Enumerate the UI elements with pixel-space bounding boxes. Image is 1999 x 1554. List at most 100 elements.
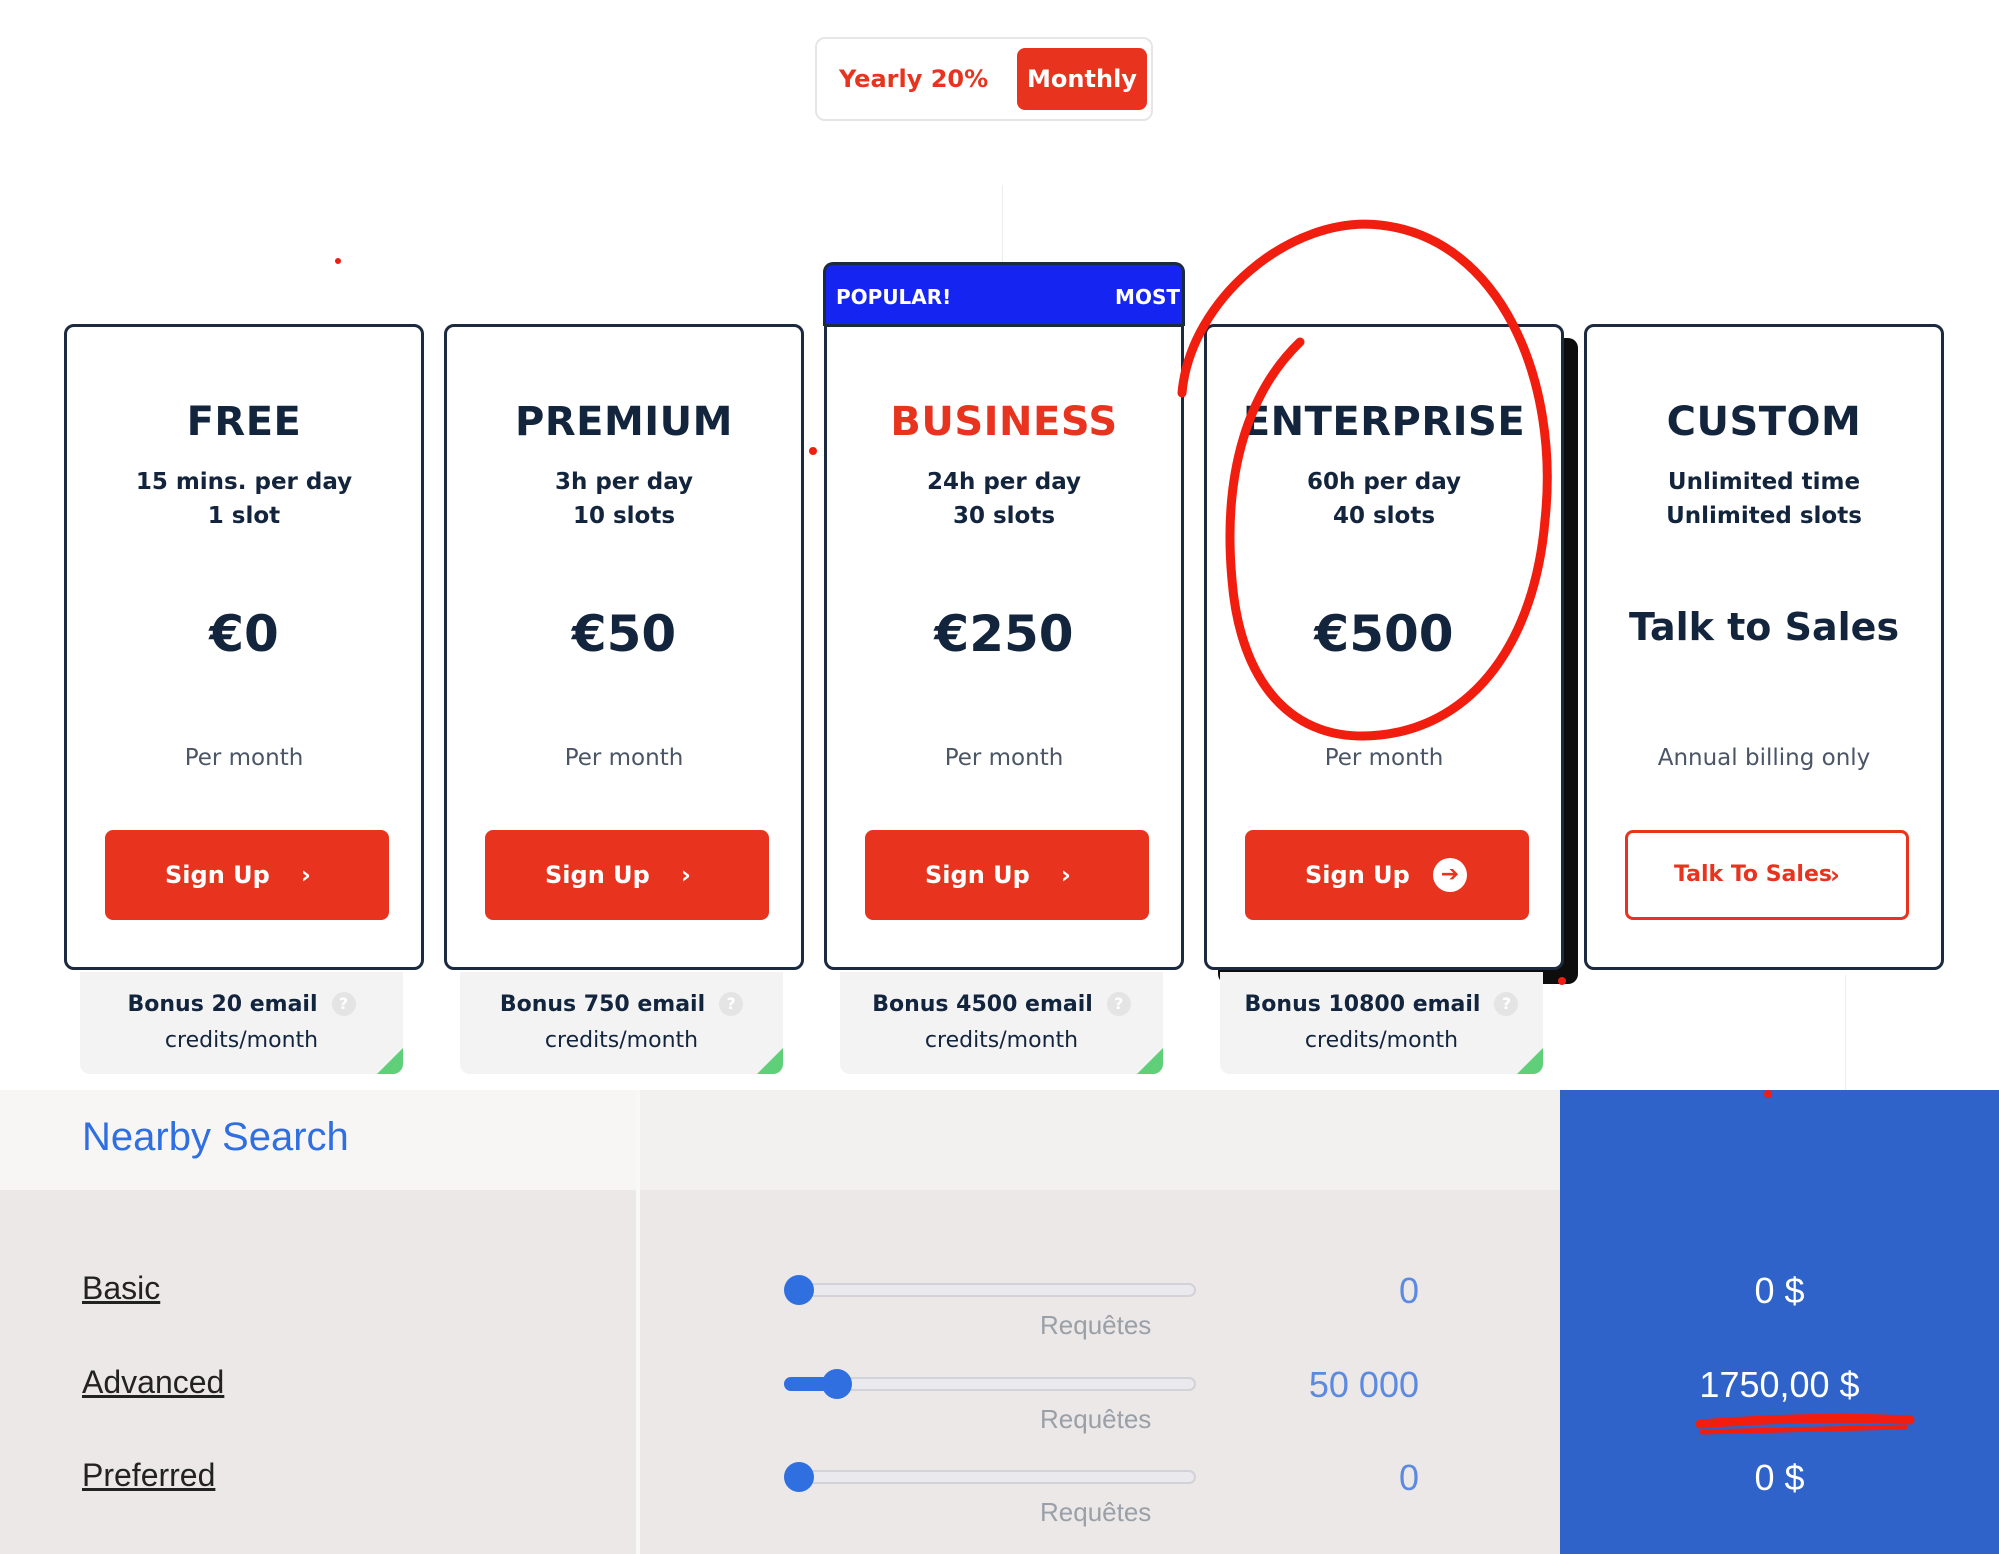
sign-up-button[interactable]: Sign Up ➔ bbox=[1245, 830, 1529, 920]
plan-time: 3h per day bbox=[554, 469, 694, 495]
plan-price: €0 bbox=[209, 605, 279, 663]
bonus-subtitle: credits/month bbox=[544, 1028, 699, 1053]
talk-to-sales-label: Talk To Sales bbox=[1674, 862, 1832, 887]
requests-unit-label: Requêtes bbox=[1040, 1404, 1152, 1434]
plan-slots: 1 slot bbox=[207, 503, 281, 529]
advanced-price: 1750,00 $ bbox=[1699, 1364, 1860, 1405]
sign-up-label: Sign Up bbox=[165, 861, 270, 889]
bonus-title-text: Bonus 750 email bbox=[499, 992, 706, 1017]
plan-name: CUSTOM bbox=[1666, 399, 1862, 445]
chevron-right-icon: › bbox=[681, 861, 691, 889]
basic-price: 0 $ bbox=[1754, 1270, 1805, 1311]
plan-card-custom: CUSTOM Unlimited time Unlimited slots Ta… bbox=[1584, 324, 1944, 970]
bonus-box-premium: Bonus 750 email? credits/month bbox=[460, 972, 783, 1074]
plan-billing-note: Per month bbox=[1324, 745, 1444, 771]
plan-time: 15 mins. per day bbox=[135, 469, 353, 495]
bonus-box-enterprise: Bonus 10800 email? credits/month bbox=[1220, 972, 1543, 1074]
sign-up-label: Sign Up bbox=[925, 861, 1030, 889]
bonus-box-business: Bonus 4500 email? credits/month bbox=[840, 972, 1163, 1074]
arrow-circle-right-icon: ➔ bbox=[1433, 858, 1467, 892]
nearby-search-title: Nearby Search bbox=[82, 1115, 349, 1159]
bonus-corner-marker bbox=[1137, 1048, 1163, 1074]
guide-line bbox=[1002, 185, 1003, 265]
guide-line bbox=[1845, 975, 1846, 1090]
advanced-slider-thumb[interactable] bbox=[822, 1369, 853, 1399]
help-circle-icon[interactable]: ? bbox=[719, 992, 744, 1016]
bonus-title: Bonus 4500 email? bbox=[840, 992, 1163, 1017]
preferred-request-count[interactable]: 0 bbox=[1399, 1457, 1419, 1499]
sign-up-button[interactable]: Sign Up › bbox=[865, 830, 1149, 920]
bonus-title-text: Bonus 10800 email bbox=[1244, 992, 1481, 1017]
plan-slots: 40 slots bbox=[1332, 503, 1436, 529]
plan-billing-note: Per month bbox=[184, 745, 304, 771]
plan-price: Talk to Sales bbox=[1628, 605, 1900, 649]
bonus-subtitle: credits/month bbox=[164, 1028, 319, 1053]
bonus-title: Bonus 10800 email? bbox=[1220, 992, 1543, 1017]
plan-billing-note: Per month bbox=[944, 745, 1064, 771]
sign-up-button[interactable]: Sign Up › bbox=[105, 830, 389, 920]
plan-slots: Unlimited slots bbox=[1666, 503, 1862, 529]
preferred-slider-thumb[interactable] bbox=[784, 1462, 814, 1492]
plan-card-premium: PREMIUM 3h per day 10 slots €50 Per mont… bbox=[444, 324, 804, 970]
billing-toggle: Yearly 20% Monthly bbox=[815, 37, 1153, 121]
chevron-right-icon: › bbox=[301, 861, 311, 889]
plan-card-free: FREE 15 mins. per day 1 slot €0 Per mont… bbox=[64, 324, 424, 970]
basic-slider-track[interactable] bbox=[784, 1283, 1196, 1297]
plan-name: ENTERPRISE bbox=[1242, 399, 1526, 445]
bonus-subtitle: credits/month bbox=[924, 1028, 1079, 1053]
bonus-title-text: Bonus 4500 email bbox=[872, 992, 1093, 1017]
sign-up-label: Sign Up bbox=[1305, 861, 1410, 889]
help-circle-icon[interactable]: ? bbox=[331, 992, 356, 1016]
requests-unit-label: Requêtes bbox=[1040, 1497, 1152, 1527]
help-circle-icon[interactable]: ? bbox=[1106, 992, 1131, 1016]
talk-to-sales-button[interactable]: Talk To Sales › bbox=[1625, 830, 1909, 920]
plan-price: €250 bbox=[934, 605, 1074, 663]
plan-time: 24h per day bbox=[926, 469, 1082, 495]
basic-slider-thumb[interactable] bbox=[784, 1275, 814, 1305]
bonus-corner-marker bbox=[1517, 1048, 1543, 1074]
plan-name: BUSINESS bbox=[890, 399, 1118, 445]
nearby-search-header-middle bbox=[640, 1090, 1560, 1190]
basic-request-count[interactable]: 0 bbox=[1399, 1270, 1419, 1312]
plan-billing-note: Annual billing only bbox=[1657, 745, 1871, 771]
bonus-corner-marker bbox=[377, 1048, 403, 1074]
sign-up-label: Sign Up bbox=[545, 861, 650, 889]
bonus-subtitle: credits/month bbox=[1304, 1028, 1459, 1053]
monthly-toggle-option[interactable]: Monthly bbox=[1017, 48, 1147, 110]
sku-basic-link[interactable]: Basic bbox=[82, 1270, 160, 1307]
chevron-right-icon: › bbox=[1061, 861, 1071, 889]
popular-badge: POPULAR! MOST bbox=[823, 262, 1185, 326]
yearly-toggle-option[interactable]: Yearly 20% bbox=[839, 39, 988, 119]
plan-billing-note: Per month bbox=[564, 745, 684, 771]
advanced-request-count[interactable]: 50 000 bbox=[1309, 1364, 1419, 1406]
plan-slots: 30 slots bbox=[952, 503, 1056, 529]
red-dot-annotation bbox=[1558, 977, 1566, 985]
bonus-title: Bonus 20 email? bbox=[80, 992, 403, 1017]
plan-time: 60h per day bbox=[1306, 469, 1462, 495]
help-circle-icon[interactable]: ? bbox=[1494, 992, 1519, 1016]
bonus-box-free: Bonus 20 email? credits/month bbox=[80, 972, 403, 1074]
plan-name: FREE bbox=[186, 399, 302, 445]
sku-advanced-link[interactable]: Advanced bbox=[82, 1364, 224, 1401]
sign-up-button[interactable]: Sign Up › bbox=[485, 830, 769, 920]
red-dot-annotation bbox=[809, 447, 817, 455]
plan-price: €50 bbox=[571, 605, 677, 663]
red-dot-annotation bbox=[335, 258, 341, 264]
requests-unit-label: Requêtes bbox=[1040, 1310, 1152, 1340]
plan-slots: 10 slots bbox=[572, 503, 676, 529]
plan-time: Unlimited time bbox=[1667, 469, 1861, 495]
bonus-title-text: Bonus 20 email bbox=[127, 992, 318, 1017]
preferred-slider-track[interactable] bbox=[784, 1470, 1196, 1484]
chevron-right-icon: › bbox=[1830, 861, 1840, 889]
column-divider bbox=[636, 1090, 640, 1554]
plan-card-business: BUSINESS 24h per day 30 slots €250 Per m… bbox=[824, 324, 1184, 970]
sku-preferred-link[interactable]: Preferred bbox=[82, 1457, 215, 1494]
bonus-corner-marker bbox=[757, 1048, 783, 1074]
plan-price: €500 bbox=[1314, 605, 1454, 663]
preferred-price: 0 $ bbox=[1754, 1457, 1805, 1498]
popular-badge-text: MOST bbox=[1115, 285, 1180, 309]
plan-name: PREMIUM bbox=[515, 399, 733, 445]
bonus-title: Bonus 750 email? bbox=[460, 992, 783, 1017]
plan-card-enterprise: ENTERPRISE 60h per day 40 slots €500 Per… bbox=[1204, 324, 1564, 970]
popular-badge-text: POPULAR! bbox=[836, 285, 952, 309]
